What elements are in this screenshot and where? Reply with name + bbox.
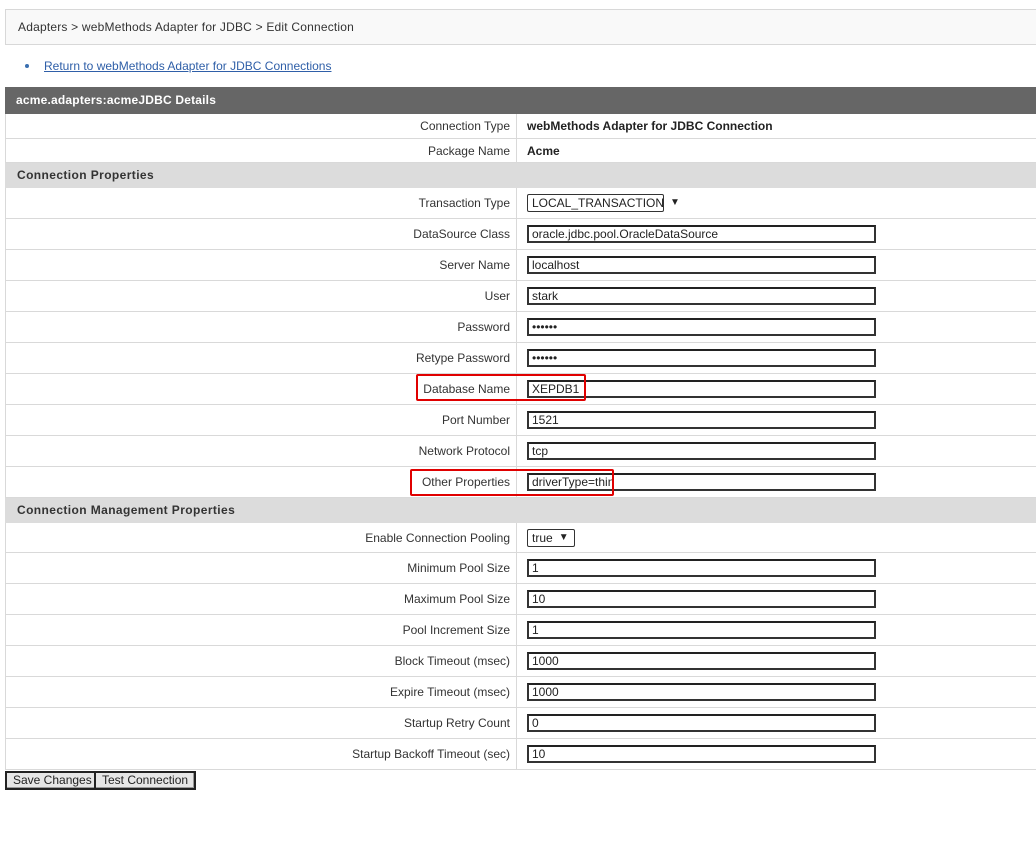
datasource-class-input[interactable] xyxy=(527,225,876,243)
info-row: Connection Type webMethods Adapter for J… xyxy=(5,114,1036,139)
enable-pooling-select[interactable]: true ▼ xyxy=(527,528,575,547)
minimum-pool-size-label: Minimum Pool Size xyxy=(407,561,510,575)
transaction-type-row: Transaction Type LOCAL_TRANSACTION ▼ xyxy=(5,188,1036,219)
port-number-label: Port Number xyxy=(441,413,510,427)
startup-backoff-timeout-sec-label: Startup Backoff Timeout (sec) xyxy=(352,747,510,761)
block-timeout-msec-input[interactable] xyxy=(527,652,876,670)
save-changes-button[interactable]: Save Changes xyxy=(5,771,100,790)
database-name-label: Database Name xyxy=(423,382,510,396)
connection-properties-header: Connection Properties xyxy=(5,163,1036,188)
database-name-input[interactable] xyxy=(527,380,876,398)
connection-type-label: Connection Type xyxy=(420,119,510,133)
other-properties-label: Other Properties xyxy=(421,475,510,489)
details-table: acme.adapters:acmeJDBC Details Connectio… xyxy=(5,87,1036,770)
password-input[interactable] xyxy=(527,318,876,336)
connection-management-properties-header: Connection Management Properties xyxy=(5,498,1036,523)
retype-password-row: Retype Password xyxy=(5,343,1036,374)
block-timeout-msec-row: Block Timeout (msec) xyxy=(5,646,1036,677)
server-name-input[interactable] xyxy=(527,256,876,274)
network-protocol-label: Network Protocol xyxy=(418,444,510,458)
enable-pooling-row: Enable Connection Pooling true ▼ xyxy=(5,523,1036,553)
expire-timeout-msec-input[interactable] xyxy=(527,683,876,701)
package-name-value: Acme xyxy=(527,143,560,158)
transaction-type-value: LOCAL_TRANSACTION xyxy=(532,196,665,210)
return-to-connections-link[interactable]: Return to webMethods Adapter for JDBC Co… xyxy=(44,58,331,74)
startup-retry-count-input[interactable] xyxy=(527,714,876,732)
transaction-type-select[interactable]: LOCAL_TRANSACTION ▼ xyxy=(527,194,680,212)
package-name-label: Package Name xyxy=(427,143,510,158)
pool-increment-size-row: Pool Increment Size xyxy=(5,615,1036,646)
connection-type-value: webMethods Adapter for JDBC Connection xyxy=(527,119,773,133)
info-row: Package Name Acme xyxy=(5,139,1036,163)
transaction-type-label: Transaction Type xyxy=(418,196,510,210)
breadcrumb: Adapters > webMethods Adapter for JDBC >… xyxy=(5,9,1036,45)
server-name-row: Server Name xyxy=(5,250,1036,281)
datasource-class-label: DataSource Class xyxy=(413,227,510,241)
startup-retry-count-label: Startup Retry Count xyxy=(403,716,510,730)
startup-backoff-timeout-sec-row: Startup Backoff Timeout (sec) xyxy=(5,739,1036,770)
startup-backoff-timeout-sec-input[interactable] xyxy=(527,745,876,763)
chevron-down-icon: ▼ xyxy=(558,531,569,543)
enable-pooling-label: Enable Connection Pooling xyxy=(365,530,510,545)
startup-retry-count-row: Startup Retry Count xyxy=(5,708,1036,739)
details-title: acme.adapters:acmeJDBC Details xyxy=(5,87,1036,114)
bullet-icon xyxy=(25,64,29,68)
expire-timeout-msec-row: Expire Timeout (msec) xyxy=(5,677,1036,708)
datasource-class-row: DataSource Class xyxy=(5,219,1036,250)
retype-password-input[interactable] xyxy=(527,349,876,367)
user-row: User xyxy=(5,281,1036,312)
user-label: User xyxy=(484,289,510,303)
minimum-pool-size-row: Minimum Pool Size xyxy=(5,553,1036,584)
port-number-row: Port Number xyxy=(5,405,1036,436)
other-properties-row: Other Properties xyxy=(5,467,1036,498)
test-connection-button[interactable]: Test Connection xyxy=(94,771,197,790)
pool-increment-size-input[interactable] xyxy=(527,621,876,639)
expire-timeout-msec-label: Expire Timeout (msec) xyxy=(389,685,510,699)
user-input[interactable] xyxy=(527,287,876,305)
other-properties-input[interactable] xyxy=(527,473,876,491)
pool-increment-size-label: Pool Increment Size xyxy=(402,623,510,637)
maximum-pool-size-row: Maximum Pool Size xyxy=(5,584,1036,615)
database-name-row: Database Name xyxy=(5,374,1036,405)
enable-pooling-value: true xyxy=(532,530,553,545)
network-protocol-input[interactable] xyxy=(527,442,876,460)
retype-password-label: Retype Password xyxy=(415,351,510,365)
server-name-label: Server Name xyxy=(439,258,510,272)
network-protocol-row: Network Protocol xyxy=(5,436,1036,467)
maximum-pool-size-input[interactable] xyxy=(527,590,876,608)
maximum-pool-size-label: Maximum Pool Size xyxy=(403,592,510,606)
port-number-input[interactable] xyxy=(527,411,876,429)
block-timeout-msec-label: Block Timeout (msec) xyxy=(394,654,510,668)
password-row: Password xyxy=(5,312,1036,343)
password-label: Password xyxy=(457,320,510,334)
minimum-pool-size-input[interactable] xyxy=(527,559,876,577)
chevron-down-icon: ▼ xyxy=(670,197,680,208)
